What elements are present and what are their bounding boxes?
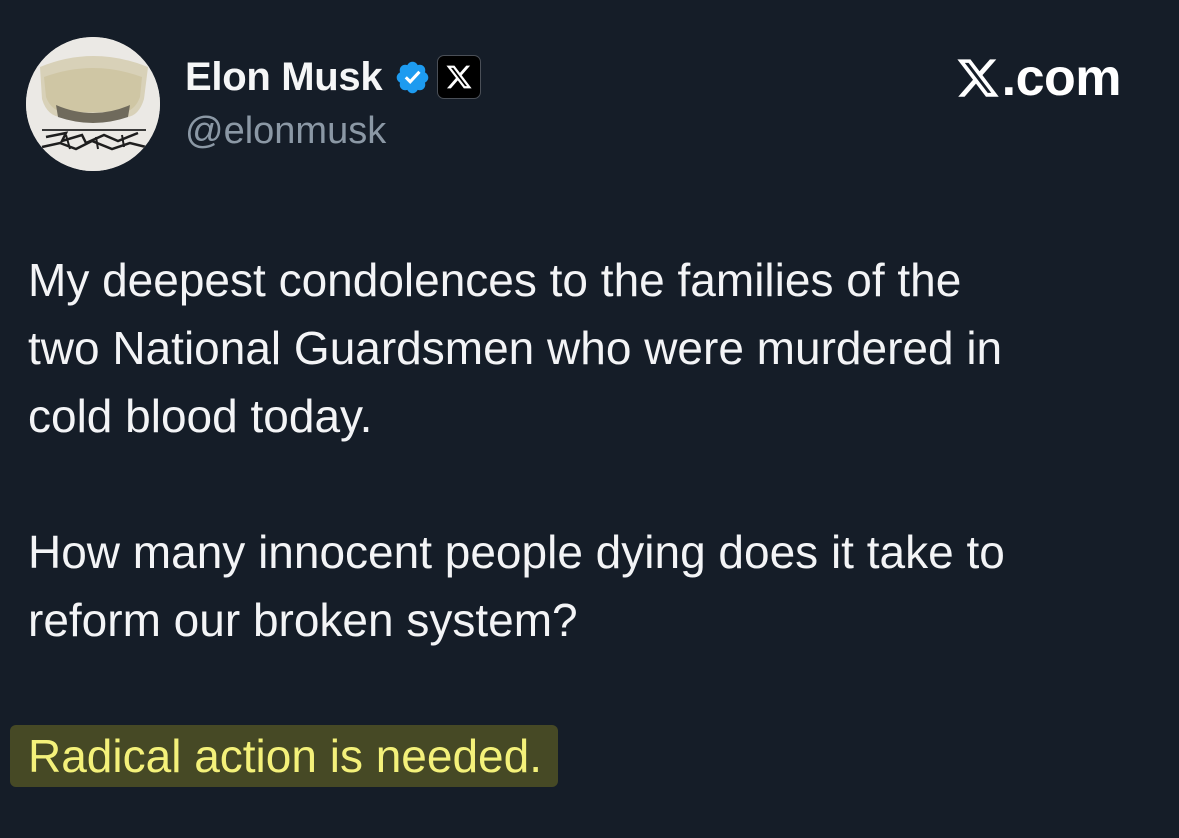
tweet-line: two National Guardsmen who were murdered… <box>28 322 1003 374</box>
tweet-line: How many innocent people dying does it t… <box>28 526 1005 578</box>
x-logo-icon <box>446 65 472 89</box>
author-display-name[interactable]: Elon Musk <box>185 55 383 100</box>
brand-watermark: .com <box>955 49 1122 107</box>
tweet-body: My deepest condolences to the families o… <box>10 246 1148 790</box>
tweet-line: cold blood today. <box>28 390 373 442</box>
tweet-line: My deepest condolences to the families o… <box>28 254 962 306</box>
verified-badge-icon[interactable] <box>394 59 431 96</box>
sculpture-avatar-icon <box>26 37 160 171</box>
x-logo-icon <box>957 59 999 97</box>
tweet-paragraph-2: How many innocent people dying does it t… <box>28 518 1148 654</box>
tweet-paragraph-1: My deepest condolences to the families o… <box>28 246 1148 450</box>
highlighted-text: Radical action is needed. <box>10 725 558 787</box>
x-affiliation-badge[interactable] <box>437 55 482 99</box>
tweet-line: reform our broken system? <box>28 594 578 646</box>
author-handle[interactable]: @elonmusk <box>185 110 386 153</box>
brand-domain-text: .com <box>1001 49 1122 107</box>
tweet-paragraph-3: Radical action is needed. <box>10 722 1148 790</box>
tweet-card: Elon Musk @elonmusk .com My deepest cond… <box>0 0 1179 838</box>
author-name-row: Elon Musk <box>185 54 482 100</box>
avatar[interactable] <box>26 37 160 171</box>
